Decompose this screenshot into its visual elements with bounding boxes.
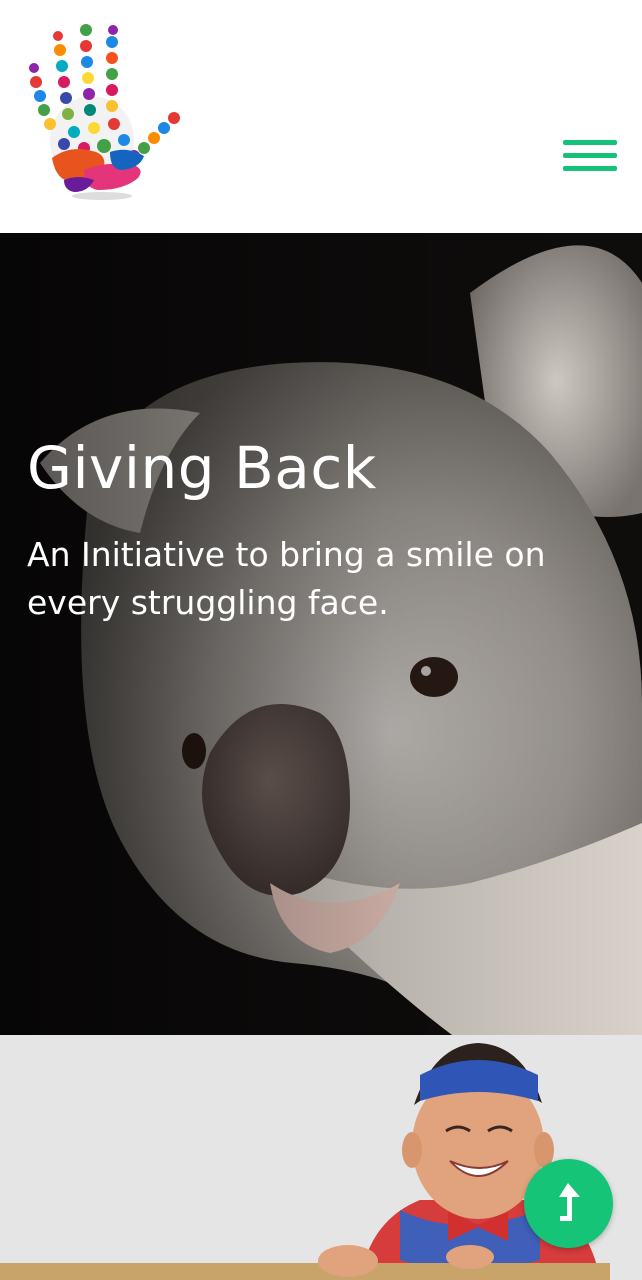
menu-bar — [563, 153, 617, 158]
hero-subtitle: An Initiative to bring a smile on every … — [27, 535, 546, 622]
menu-bar — [563, 140, 617, 145]
menu-bar — [563, 166, 617, 171]
back-to-top-button[interactable] — [524, 1159, 613, 1248]
koala-photo — [0, 233, 642, 1035]
hamburger-menu-icon[interactable] — [560, 136, 620, 180]
arrow-up-icon — [559, 1183, 580, 1221]
hand-logo-icon[interactable] — [24, 20, 180, 202]
site-header — [0, 0, 642, 233]
hero-banner: Giving Back An Initiative to bring a smi… — [0, 233, 642, 1035]
hero-title: Giving Back — [27, 434, 377, 502]
